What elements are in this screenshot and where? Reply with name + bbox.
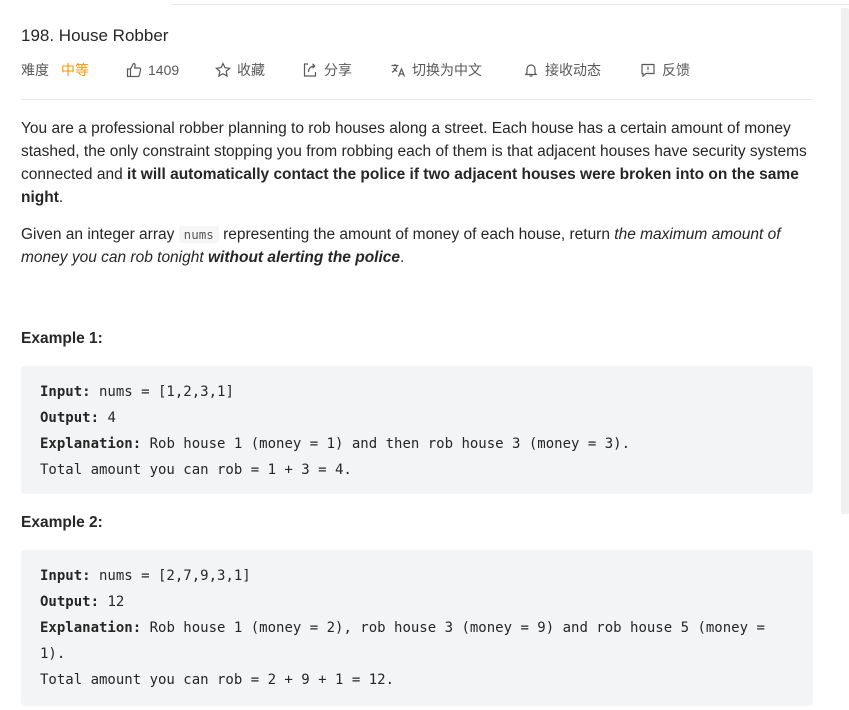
top-border — [172, 0, 849, 5]
difficulty: 难度 中等 — [21, 60, 89, 80]
example-code-block: Input: nums = [1,2,3,1] Output: 4 Explan… — [21, 366, 813, 494]
problem-meta-bar: 难度 中等 1409 收藏 分享 切换为中文 接收动态 反馈 — [21, 60, 813, 80]
thumbs-up-icon — [126, 62, 142, 78]
difficulty-value: 中等 — [61, 62, 89, 78]
like-button[interactable]: 1409 — [126, 60, 179, 80]
bell-icon — [524, 64, 538, 77]
favorite-button[interactable]: 收藏 — [215, 60, 265, 80]
feedback-label: 反馈 — [662, 62, 690, 78]
example-input-line: Input: nums = [1,2,3,1] — [40, 384, 234, 400]
translate-button[interactable]: 切换为中文 — [390, 60, 482, 80]
example-explanation-line: Explanation: Rob house 1 (money = 2), ro… — [40, 620, 774, 662]
problem-title: 198. House Robber — [21, 26, 169, 45]
like-count: 1409 — [148, 62, 180, 78]
translate-label: 切换为中文 — [412, 62, 482, 78]
translate-icon — [391, 64, 406, 77]
problem-description: You are a professional robber planning t… — [21, 117, 813, 283]
example-input-line: Input: nums = [2,7,9,3,1] — [40, 568, 251, 584]
description-paragraph-1: You are a professional robber planning t… — [21, 120, 807, 206]
subscribe-button[interactable]: 接收动态 — [523, 60, 601, 80]
favorite-label: 收藏 — [237, 62, 265, 78]
feedback-button[interactable]: 反馈 — [640, 60, 690, 80]
divider — [21, 99, 813, 100]
description-paragraph-2: Given an integer array nums representing… — [21, 226, 781, 266]
example-output-line: Output: 12 — [40, 594, 125, 610]
share-icon — [303, 63, 317, 77]
feedback-icon — [641, 63, 655, 78]
example-code-block: Input: nums = [2,7,9,3,1] Output: 12 Exp… — [21, 550, 813, 706]
example-explanation-line: Explanation: Rob house 1 (money = 1) and… — [40, 436, 631, 452]
example-explanation-continued: Total amount you can rob = 2 + 9 + 1 = 1… — [40, 672, 395, 688]
difficulty-label: 难度 — [21, 62, 49, 78]
example-title: Example 2: — [21, 514, 103, 531]
example-output-line: Output: 4 — [40, 410, 116, 426]
share-button[interactable]: 分享 — [302, 60, 352, 80]
example-title: Example 1: — [21, 330, 103, 347]
star-icon — [215, 62, 231, 78]
inline-code: nums — [178, 226, 219, 243]
subscribe-label: 接收动态 — [545, 62, 601, 78]
scrollbar[interactable] — [841, 8, 849, 514]
share-label: 分享 — [324, 62, 352, 78]
example-explanation-continued: Total amount you can rob = 1 + 3 = 4. — [40, 462, 352, 478]
